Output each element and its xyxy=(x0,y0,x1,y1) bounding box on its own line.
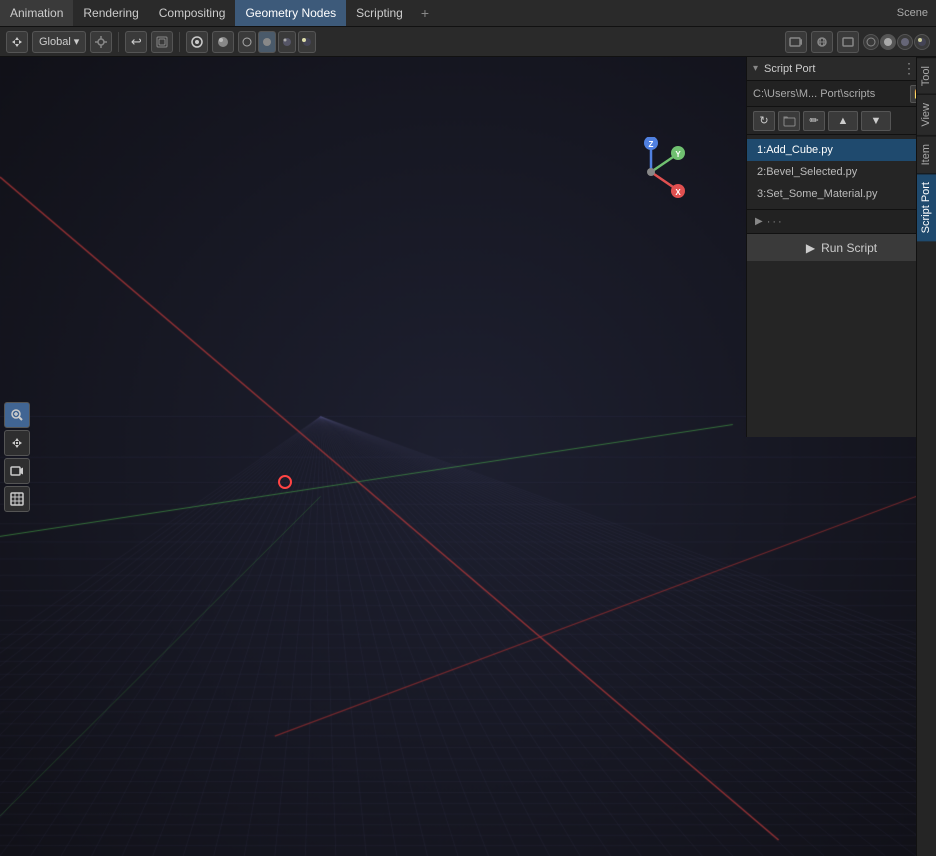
viewport-tools-left xyxy=(4,402,30,512)
sp-run-btn[interactable]: ▶ Run Script xyxy=(747,233,936,261)
tab-view[interactable]: View xyxy=(917,94,936,135)
separator-2 xyxy=(179,32,180,52)
tab-item[interactable]: Item xyxy=(917,135,936,173)
proportional-edit-btn[interactable] xyxy=(151,31,173,53)
sp-down-btn[interactable]: ▼ xyxy=(861,111,891,131)
sp-file-1[interactable]: 1: Add_Cube.py xyxy=(747,139,936,161)
script-port-panel: ▾ Script Port ⋮⋮ C:\Users\M... Port\scri… xyxy=(746,57,936,437)
sp-bottom-bar: ▶ ··· xyxy=(747,209,936,233)
tool-grid[interactable] xyxy=(4,486,30,512)
sp-file-3[interactable]: 3: Set_Some_Material.py xyxy=(747,183,936,205)
sp-controls: ↻ ✏ ▲ ▼ xyxy=(747,107,936,135)
menu-scripting[interactable]: Scripting xyxy=(346,0,413,26)
svg-text:Z: Z xyxy=(649,140,654,149)
menu-animation[interactable]: Animation xyxy=(0,0,73,26)
sp-path-text: C:\Users\M... Port\scripts xyxy=(753,88,906,100)
shading-a[interactable] xyxy=(863,34,879,50)
sp-header: ▾ Script Port ⋮⋮ xyxy=(747,57,936,81)
sp-file-2[interactable]: 2: Bevel_Selected.py xyxy=(747,161,936,183)
shading-c[interactable] xyxy=(897,34,913,50)
tool-zoom[interactable] xyxy=(4,402,30,428)
origin-marker xyxy=(278,475,292,489)
screen-size-btn[interactable] xyxy=(837,31,859,53)
tool-move[interactable] xyxy=(4,430,30,456)
sp-up-btn[interactable]: ▲ xyxy=(828,111,858,131)
wireframe-btn[interactable] xyxy=(238,31,256,53)
sp-file-list: 1: Add_Cube.py 2: Bevel_Selected.py 3: S… xyxy=(747,135,936,209)
menu-rendering[interactable]: Rendering xyxy=(73,0,148,26)
transform-icon-btn[interactable] xyxy=(6,31,28,53)
sp-refresh-btn[interactable]: ↻ xyxy=(753,111,775,131)
camera-view-btn[interactable] xyxy=(785,31,807,53)
material-btn[interactable] xyxy=(278,31,296,53)
shading-mode[interactable] xyxy=(212,31,234,53)
solid-btn[interactable] xyxy=(258,31,276,53)
rendered-btn[interactable] xyxy=(298,31,316,53)
sp-open-btn[interactable] xyxy=(778,111,800,131)
snap-btn[interactable] xyxy=(90,31,112,53)
scene-name: Scene xyxy=(897,7,936,19)
top-menu-bar: Animation Rendering Compositing Geometry… xyxy=(0,0,936,27)
tab-script-port[interactable]: Script Port xyxy=(917,173,936,241)
menu-geometry-nodes[interactable]: Geometry Nodes xyxy=(235,0,346,26)
history-back-btn[interactable]: ↩ xyxy=(125,31,147,53)
sp-title: Script Port xyxy=(764,63,898,75)
menu-compositing[interactable]: Compositing xyxy=(149,0,236,26)
sp-edit-btn[interactable]: ✏ xyxy=(803,111,825,131)
toolbar: Global ▾ ↩ xyxy=(0,27,936,57)
sp-path-bar: C:\Users\M... Port\scripts 📁 xyxy=(747,81,936,107)
sp-play-icon[interactable]: ▶ xyxy=(755,216,763,227)
view-lock-btn[interactable] xyxy=(811,31,833,53)
separator-1 xyxy=(118,32,119,52)
shading-b[interactable] xyxy=(880,34,896,50)
sp-collapse-icon[interactable]: ▾ xyxy=(753,63,758,74)
right-tabs: Tool View Item Script Port xyxy=(916,57,936,856)
global-selector[interactable]: Global ▾ xyxy=(32,31,86,53)
tool-camera[interactable] xyxy=(4,458,30,484)
sp-bottom-dots: ··· xyxy=(767,216,784,228)
tab-tool[interactable]: Tool xyxy=(917,57,936,94)
overlay-toggle[interactable] xyxy=(186,31,208,53)
svg-text:X: X xyxy=(675,188,681,197)
shading-d[interactable] xyxy=(914,34,930,50)
menu-add[interactable]: + xyxy=(413,5,437,21)
gizmo[interactable]: Z Y X xyxy=(616,137,686,207)
svg-text:Y: Y xyxy=(675,150,681,159)
